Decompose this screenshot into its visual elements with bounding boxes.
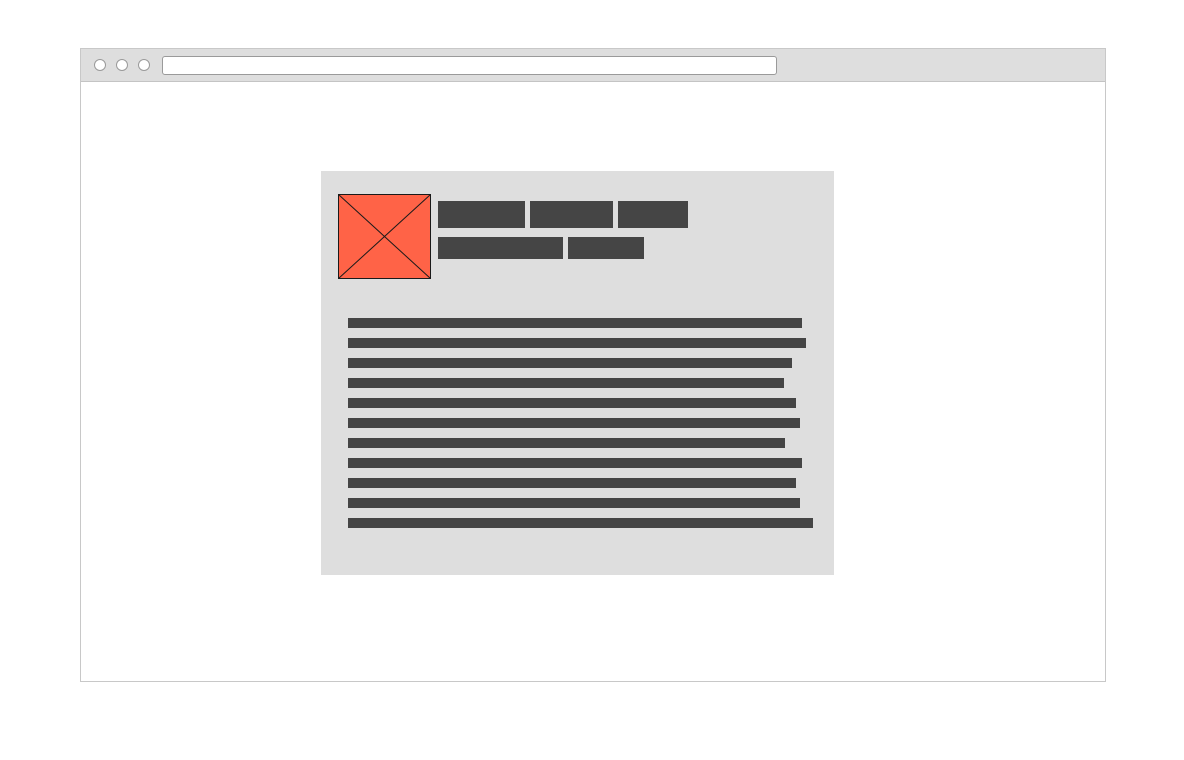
text-line-placeholder xyxy=(348,498,800,508)
text-line-placeholder xyxy=(348,478,796,488)
text-line-placeholder xyxy=(348,438,785,448)
title-bar xyxy=(81,49,1105,82)
text-line-placeholder xyxy=(348,378,784,388)
text-line-placeholder xyxy=(348,398,796,408)
text-line-placeholder xyxy=(348,458,802,468)
page-viewport xyxy=(81,82,1105,681)
title-placeholder-block xyxy=(530,201,613,228)
text-line-placeholder xyxy=(348,338,806,348)
subtitle-placeholder-block xyxy=(568,237,644,259)
title-placeholder-block xyxy=(438,201,525,228)
content-card xyxy=(321,171,834,575)
address-bar[interactable] xyxy=(162,56,777,75)
text-line-placeholder xyxy=(348,418,800,428)
text-line-placeholder xyxy=(348,518,813,528)
subtitle-placeholder-block xyxy=(438,237,563,259)
close-button[interactable] xyxy=(94,59,106,71)
minimize-button[interactable] xyxy=(116,59,128,71)
image-placeholder-icon xyxy=(338,194,431,279)
text-line-placeholder xyxy=(348,318,802,328)
maximize-button[interactable] xyxy=(138,59,150,71)
title-placeholder-block xyxy=(618,201,688,228)
browser-window xyxy=(80,48,1106,682)
text-line-placeholder xyxy=(348,358,792,368)
